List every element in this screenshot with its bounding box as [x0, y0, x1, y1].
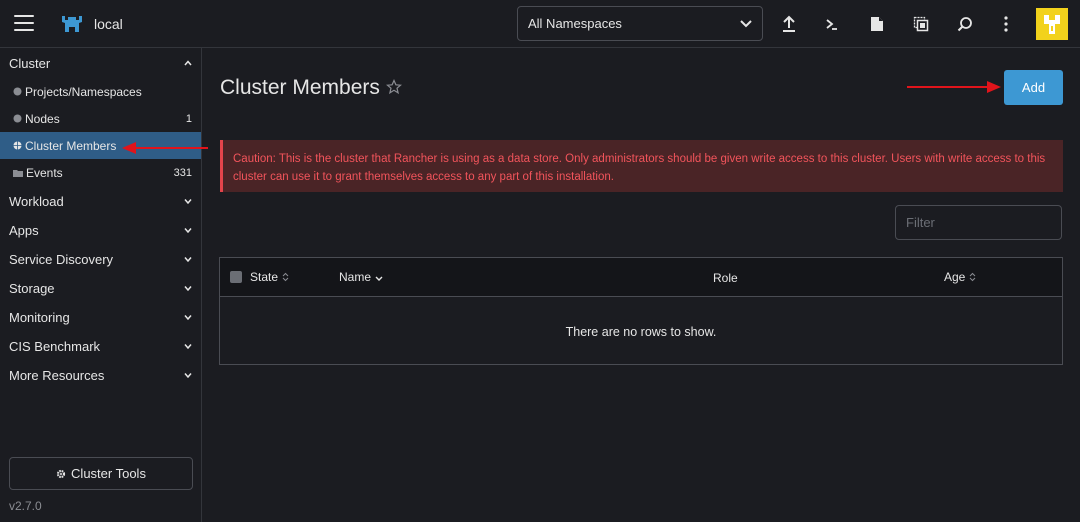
sidebar-group-label: Monitoring	[9, 309, 70, 325]
sidebar-item-nodes[interactable]: Nodes 1	[0, 105, 201, 132]
sidebar-group-workload[interactable]: Workload	[0, 187, 201, 215]
sort-icon	[970, 272, 976, 282]
column-label: State	[250, 270, 279, 284]
sidebar-group-label: Cluster	[9, 55, 51, 71]
cluster-tools-label: Cluster Tools	[71, 466, 146, 481]
top-header: local All Namespaces	[0, 0, 1080, 48]
namespace-select[interactable]: All Namespaces	[517, 6, 763, 41]
select-all-checkbox[interactable]	[230, 271, 242, 283]
chevron-up-icon	[184, 60, 192, 66]
table-header: State Name Role Age	[220, 258, 1062, 297]
annotation-arrow-icon	[907, 81, 1001, 93]
sidebar-group-monitoring[interactable]: Monitoring	[0, 303, 201, 331]
sidebar-group-more-resources[interactable]: More Resources	[0, 361, 201, 389]
cluster-logo-icon	[62, 16, 82, 32]
chevron-down-icon	[184, 315, 192, 320]
cluster-name: local	[94, 16, 123, 32]
filter-input[interactable]	[895, 205, 1062, 240]
star-icon[interactable]	[386, 79, 402, 95]
sidebar-item-label: Nodes	[25, 111, 60, 126]
column-header-role: Role	[713, 271, 738, 285]
sidebar-item-label: Projects/Namespaces	[25, 84, 142, 99]
page-title: Cluster Members	[220, 76, 380, 99]
cluster-tools-button[interactable]: Cluster Tools	[9, 457, 193, 490]
sidebar-group-cluster[interactable]: Cluster	[0, 49, 201, 77]
column-header-age[interactable]: Age	[944, 270, 976, 284]
namespace-select-value: All Namespaces	[528, 16, 622, 31]
column-header-name[interactable]: Name	[339, 270, 383, 284]
folder-icon	[13, 169, 23, 177]
chevron-down-icon	[184, 199, 192, 204]
sidebar-group-label: CIS Benchmark	[9, 338, 101, 354]
globe-icon	[13, 114, 22, 123]
chevron-down-icon	[184, 286, 192, 291]
chevron-down-icon	[184, 257, 192, 262]
globe-icon	[13, 87, 22, 96]
version-label: v2.7.0	[9, 499, 42, 513]
column-header-state[interactable]: State	[250, 270, 289, 284]
chevron-down-icon	[184, 228, 192, 233]
terminal-icon[interactable]	[820, 12, 844, 36]
column-label: Name	[339, 270, 372, 284]
sidebar-group-label: More Resources	[9, 367, 105, 383]
sidebar-item-projects-namespaces[interactable]: Projects/Namespaces	[0, 78, 201, 105]
sidebar-group-label: Storage	[9, 280, 55, 296]
more-vertical-icon[interactable]	[994, 12, 1018, 36]
column-label: Age	[944, 270, 966, 284]
sidebar-group-storage[interactable]: Storage	[0, 274, 201, 302]
upload-icon[interactable]	[777, 12, 801, 36]
sidebar-group-apps[interactable]: Apps	[0, 216, 201, 244]
sidebar-group-service-discovery[interactable]: Service Discovery	[0, 245, 201, 273]
chevron-down-icon	[184, 373, 192, 378]
file-icon[interactable]	[865, 12, 889, 36]
sort-icon	[282, 272, 289, 282]
sidebar: Cluster Projects/Namespaces Nodes 1 Clus…	[0, 48, 202, 522]
sidebar-item-events[interactable]: Events 331	[0, 159, 201, 186]
empty-table-message: There are no rows to show.	[565, 325, 717, 339]
annotation-arrow-icon	[122, 142, 208, 154]
user-avatar[interactable]	[1036, 8, 1068, 40]
menu-icon[interactable]	[14, 15, 34, 33]
globe-icon	[13, 141, 22, 150]
sidebar-group-label: Service Discovery	[9, 251, 114, 267]
caution-banner: Caution: This is the cluster that Ranche…	[220, 140, 1063, 192]
chevron-down-icon	[184, 344, 192, 349]
add-button[interactable]: Add	[1004, 70, 1063, 105]
sidebar-item-count: 331	[173, 166, 192, 179]
sidebar-item-label: Cluster Members	[25, 138, 117, 153]
sidebar-group-cis-benchmark[interactable]: CIS Benchmark	[0, 332, 201, 360]
sidebar-item-label: Events	[26, 165, 63, 180]
sidebar-item-count: 1	[185, 112, 192, 125]
copy-config-icon[interactable]	[909, 12, 933, 36]
sidebar-group-label: Apps	[9, 222, 39, 238]
members-table: State Name Role Age There are no rows to…	[219, 257, 1063, 365]
sidebar-group-label: Workload	[9, 193, 64, 209]
search-icon[interactable]	[953, 12, 977, 36]
chevron-down-icon	[740, 19, 752, 27]
sort-down-icon	[375, 276, 383, 281]
gear-icon	[56, 469, 66, 478]
column-label: Role	[713, 271, 738, 285]
